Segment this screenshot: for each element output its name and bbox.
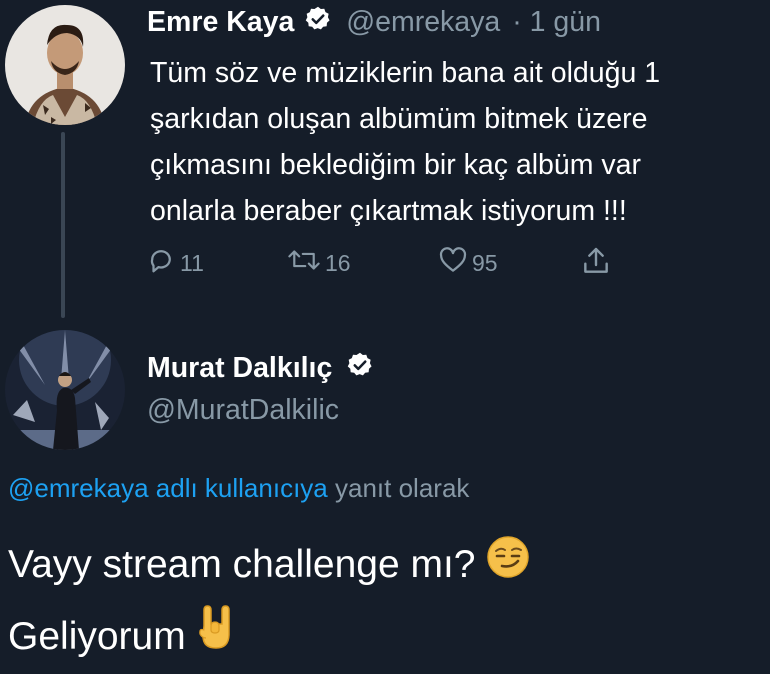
reply-context: @emrekaya adlı kullanıcıya yanıt olarak <box>8 473 469 504</box>
retweet-icon <box>287 245 321 281</box>
reply-text-line-2-text: Geliyorum <box>8 614 186 658</box>
reply-author-handle[interactable]: @MuratDalkilic <box>147 392 339 428</box>
tweet-text: Tüm söz ve müziklerin bana ait olduğu 1 … <box>150 50 770 234</box>
reply-icon <box>146 245 176 281</box>
reply-context-link[interactable]: @emrekaya adlı kullanıcıya <box>8 473 328 503</box>
reply-author-name[interactable]: Murat Dalkılıç <box>147 352 332 384</box>
reply-count: 11 <box>180 249 204 276</box>
share-button[interactable] <box>580 245 612 283</box>
tweet-author-handle[interactable]: @emrekaya <box>346 6 500 38</box>
thread-line <box>61 132 65 318</box>
tweet-text-line: şarkıdan oluşan albümüm bitmek üzere <box>150 103 648 135</box>
reply-button[interactable]: 11 <box>146 245 204 281</box>
verified-icon <box>346 351 374 388</box>
like-icon <box>438 245 468 281</box>
tweet-text-line: çıkmasını beklediğim bir kaç albüm var <box>150 149 642 181</box>
murat-dalkilic-avatar[interactable] <box>5 330 125 450</box>
tweet-text-line: Tüm söz ve müziklerin bana ait olduğu 1 <box>150 57 661 89</box>
rock-hand-emoji <box>196 603 236 673</box>
smirk-emoji <box>486 532 530 602</box>
like-button[interactable]: 95 <box>438 245 498 281</box>
reply-author-row: Murat Dalkılıç <box>147 350 374 388</box>
emre-kaya-avatar[interactable] <box>5 5 125 125</box>
verified-icon <box>304 5 332 42</box>
share-icon <box>580 245 612 283</box>
retweet-button[interactable]: 16 <box>287 245 351 281</box>
tweet-text-line: onlarla beraber çıkartmak istiyorum !!! <box>150 195 627 227</box>
reply-text-line-1-text: Vayy stream challenge mı? <box>8 543 476 586</box>
reply-text-line-2: Geliyorum <box>8 602 530 674</box>
tweet-time[interactable]: · 1 gün <box>512 6 601 38</box>
tweet-header: Emre Kaya @emrekaya · 1 gün <box>147 4 601 42</box>
reply-context-suffix: yanıt olarak <box>335 473 470 503</box>
retweet-count: 16 <box>325 249 351 276</box>
reply-text: Vayy stream challenge mı? Geliyorum <box>8 530 530 673</box>
tweet-author-name[interactable]: Emre Kaya <box>147 6 294 38</box>
like-count: 95 <box>472 249 498 276</box>
reply-text-line-1: Vayy stream challenge mı? <box>8 530 530 602</box>
